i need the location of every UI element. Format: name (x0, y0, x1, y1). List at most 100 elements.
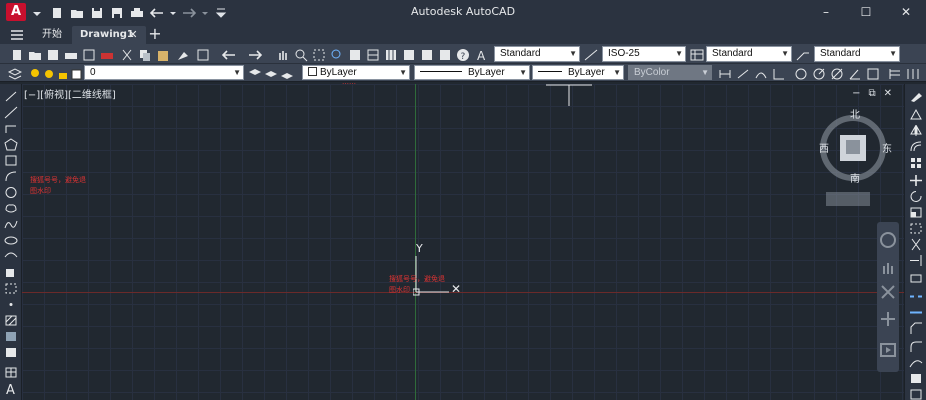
linetype-control-dropdown[interactable]: ByLayer ▼ (414, 65, 530, 80)
viewport-close-button[interactable]: ✕ (884, 88, 892, 99)
plot-icon[interactable] (64, 47, 78, 61)
block-editor-icon[interactable] (196, 47, 210, 61)
polygon-icon[interactable] (4, 136, 18, 151)
layer-lock-icon[interactable] (56, 66, 70, 80)
blend-curves-icon[interactable] (909, 354, 923, 368)
viewport-controls-label[interactable]: [−][俯视][二维线框] (24, 86, 116, 101)
layer-dropdown[interactable]: 0 ▼ (84, 65, 244, 80)
text-style-icon[interactable]: A (476, 47, 490, 63)
ellipse-arc-icon[interactable] (4, 248, 18, 261)
layer-states-icon[interactable] (280, 66, 294, 80)
pan-icon[interactable] (276, 47, 290, 61)
tab-close-button[interactable]: ✕ (124, 26, 142, 44)
viewcube-west-label[interactable]: 西 (819, 140, 829, 155)
viewcube-south-label[interactable]: 南 (850, 170, 860, 185)
viewport-restore-button[interactable]: ⧉ (868, 88, 875, 99)
rotate-icon[interactable] (909, 188, 923, 202)
arc-length-icon[interactable] (754, 66, 768, 80)
plot-preview-icon[interactable] (82, 47, 96, 61)
table-style-dropdown[interactable]: Standard ▼ (706, 46, 792, 62)
insert-block-icon[interactable] (4, 264, 18, 277)
erase-icon[interactable] (909, 88, 923, 102)
layer-color-swatch[interactable] (70, 66, 84, 80)
viewcube[interactable]: 北 西 南 东 (816, 104, 892, 214)
continue-dimension-icon[interactable] (906, 66, 920, 80)
text-style-dropdown[interactable]: Standard ▼ (494, 46, 580, 62)
new-icon[interactable] (10, 47, 24, 61)
fillet-icon[interactable] (909, 338, 923, 352)
aligned-dimension-icon[interactable] (736, 66, 750, 80)
copy-object-icon[interactable] (909, 106, 923, 120)
minimize-button[interactable]: – (806, 0, 846, 24)
redo-icon[interactable] (248, 47, 263, 61)
join-icon[interactable] (909, 304, 923, 317)
polyline-icon[interactable] (4, 120, 18, 133)
ellipse-icon[interactable] (4, 232, 18, 245)
arc-icon[interactable] (4, 168, 18, 182)
zoom-window-icon[interactable] (312, 47, 326, 61)
baseline-dimension-icon[interactable] (888, 66, 902, 80)
publish-icon[interactable] (100, 47, 114, 61)
explode-icon[interactable] (909, 370, 923, 383)
circle-icon[interactable] (4, 184, 18, 198)
layer-freeze-sun-icon[interactable] (42, 66, 56, 80)
extend-icon[interactable] (909, 252, 923, 266)
point-icon[interactable] (4, 296, 18, 309)
lineweight-control-dropdown[interactable]: ByLayer ▼ (532, 65, 624, 80)
close-button[interactable]: ✕ (886, 0, 926, 24)
construction-line-icon[interactable] (4, 104, 18, 119)
trim-icon[interactable] (909, 236, 923, 251)
offset-icon[interactable] (909, 138, 923, 152)
quick-dimension-icon[interactable] (866, 66, 880, 80)
paste-icon[interactable] (156, 47, 170, 61)
spline-icon[interactable] (4, 216, 18, 229)
new-tab-button[interactable]: + (146, 25, 164, 43)
copy-icon[interactable] (138, 47, 152, 61)
ordinate-dimension-icon[interactable] (772, 66, 786, 80)
multileader-style-icon[interactable] (796, 47, 810, 61)
region-icon[interactable] (4, 344, 18, 357)
move-icon[interactable] (909, 172, 923, 186)
break-at-point-icon[interactable] (909, 270, 923, 283)
mirror-icon[interactable] (909, 122, 923, 136)
linear-dimension-icon[interactable] (718, 66, 732, 80)
make-object-layer-current-icon[interactable] (248, 66, 262, 80)
table-style-icon[interactable] (690, 47, 704, 61)
make-block-icon[interactable] (4, 280, 18, 294)
viewcube-north-label[interactable]: 北 (850, 106, 860, 121)
open-icon[interactable] (28, 47, 42, 61)
table-icon[interactable] (4, 364, 18, 378)
rectangle-icon[interactable] (4, 152, 18, 166)
radius-dimension-icon[interactable] (794, 66, 808, 80)
sheet-set-icon[interactable] (402, 47, 416, 61)
layer-on-lightbulb-icon[interactable] (28, 66, 42, 80)
jogged-dimension-icon[interactable] (812, 66, 826, 80)
help-icon[interactable]: ? (456, 47, 470, 62)
break-icon[interactable] (909, 288, 923, 301)
scale-icon[interactable] (909, 204, 923, 218)
multiline-text-icon[interactable]: A (4, 380, 18, 398)
stretch-icon[interactable] (909, 220, 923, 234)
tool-palettes-icon[interactable] (384, 47, 398, 61)
layer-walk-icon[interactable] (909, 386, 923, 400)
properties-icon[interactable] (348, 47, 362, 61)
undo-icon[interactable] (221, 47, 236, 61)
dimension-style-icon[interactable] (584, 47, 598, 61)
drawing-canvas[interactable] (22, 84, 904, 400)
line-icon[interactable] (4, 88, 18, 102)
multileader-style-dropdown[interactable]: Standard ▼ (814, 46, 900, 62)
design-center-icon[interactable] (366, 47, 380, 61)
tab-start[interactable]: 开始 (34, 26, 70, 44)
revision-cloud-icon[interactable] (4, 200, 18, 213)
save-icon[interactable] (46, 47, 60, 61)
zoom-previous-icon[interactable] (330, 47, 344, 61)
gradient-icon[interactable] (4, 328, 18, 341)
angular-dimension-icon[interactable] (848, 66, 862, 80)
cut-icon[interactable] (120, 47, 134, 61)
layer-properties-icon[interactable] (7, 66, 23, 80)
diameter-dimension-icon[interactable] (830, 66, 844, 80)
color-control-dropdown[interactable]: ByLayer ▼ (302, 65, 410, 80)
viewcube-east-label[interactable]: 东 (882, 140, 892, 155)
layer-previous-icon[interactable] (264, 66, 278, 80)
hamburger-menu-icon[interactable] (10, 27, 24, 41)
